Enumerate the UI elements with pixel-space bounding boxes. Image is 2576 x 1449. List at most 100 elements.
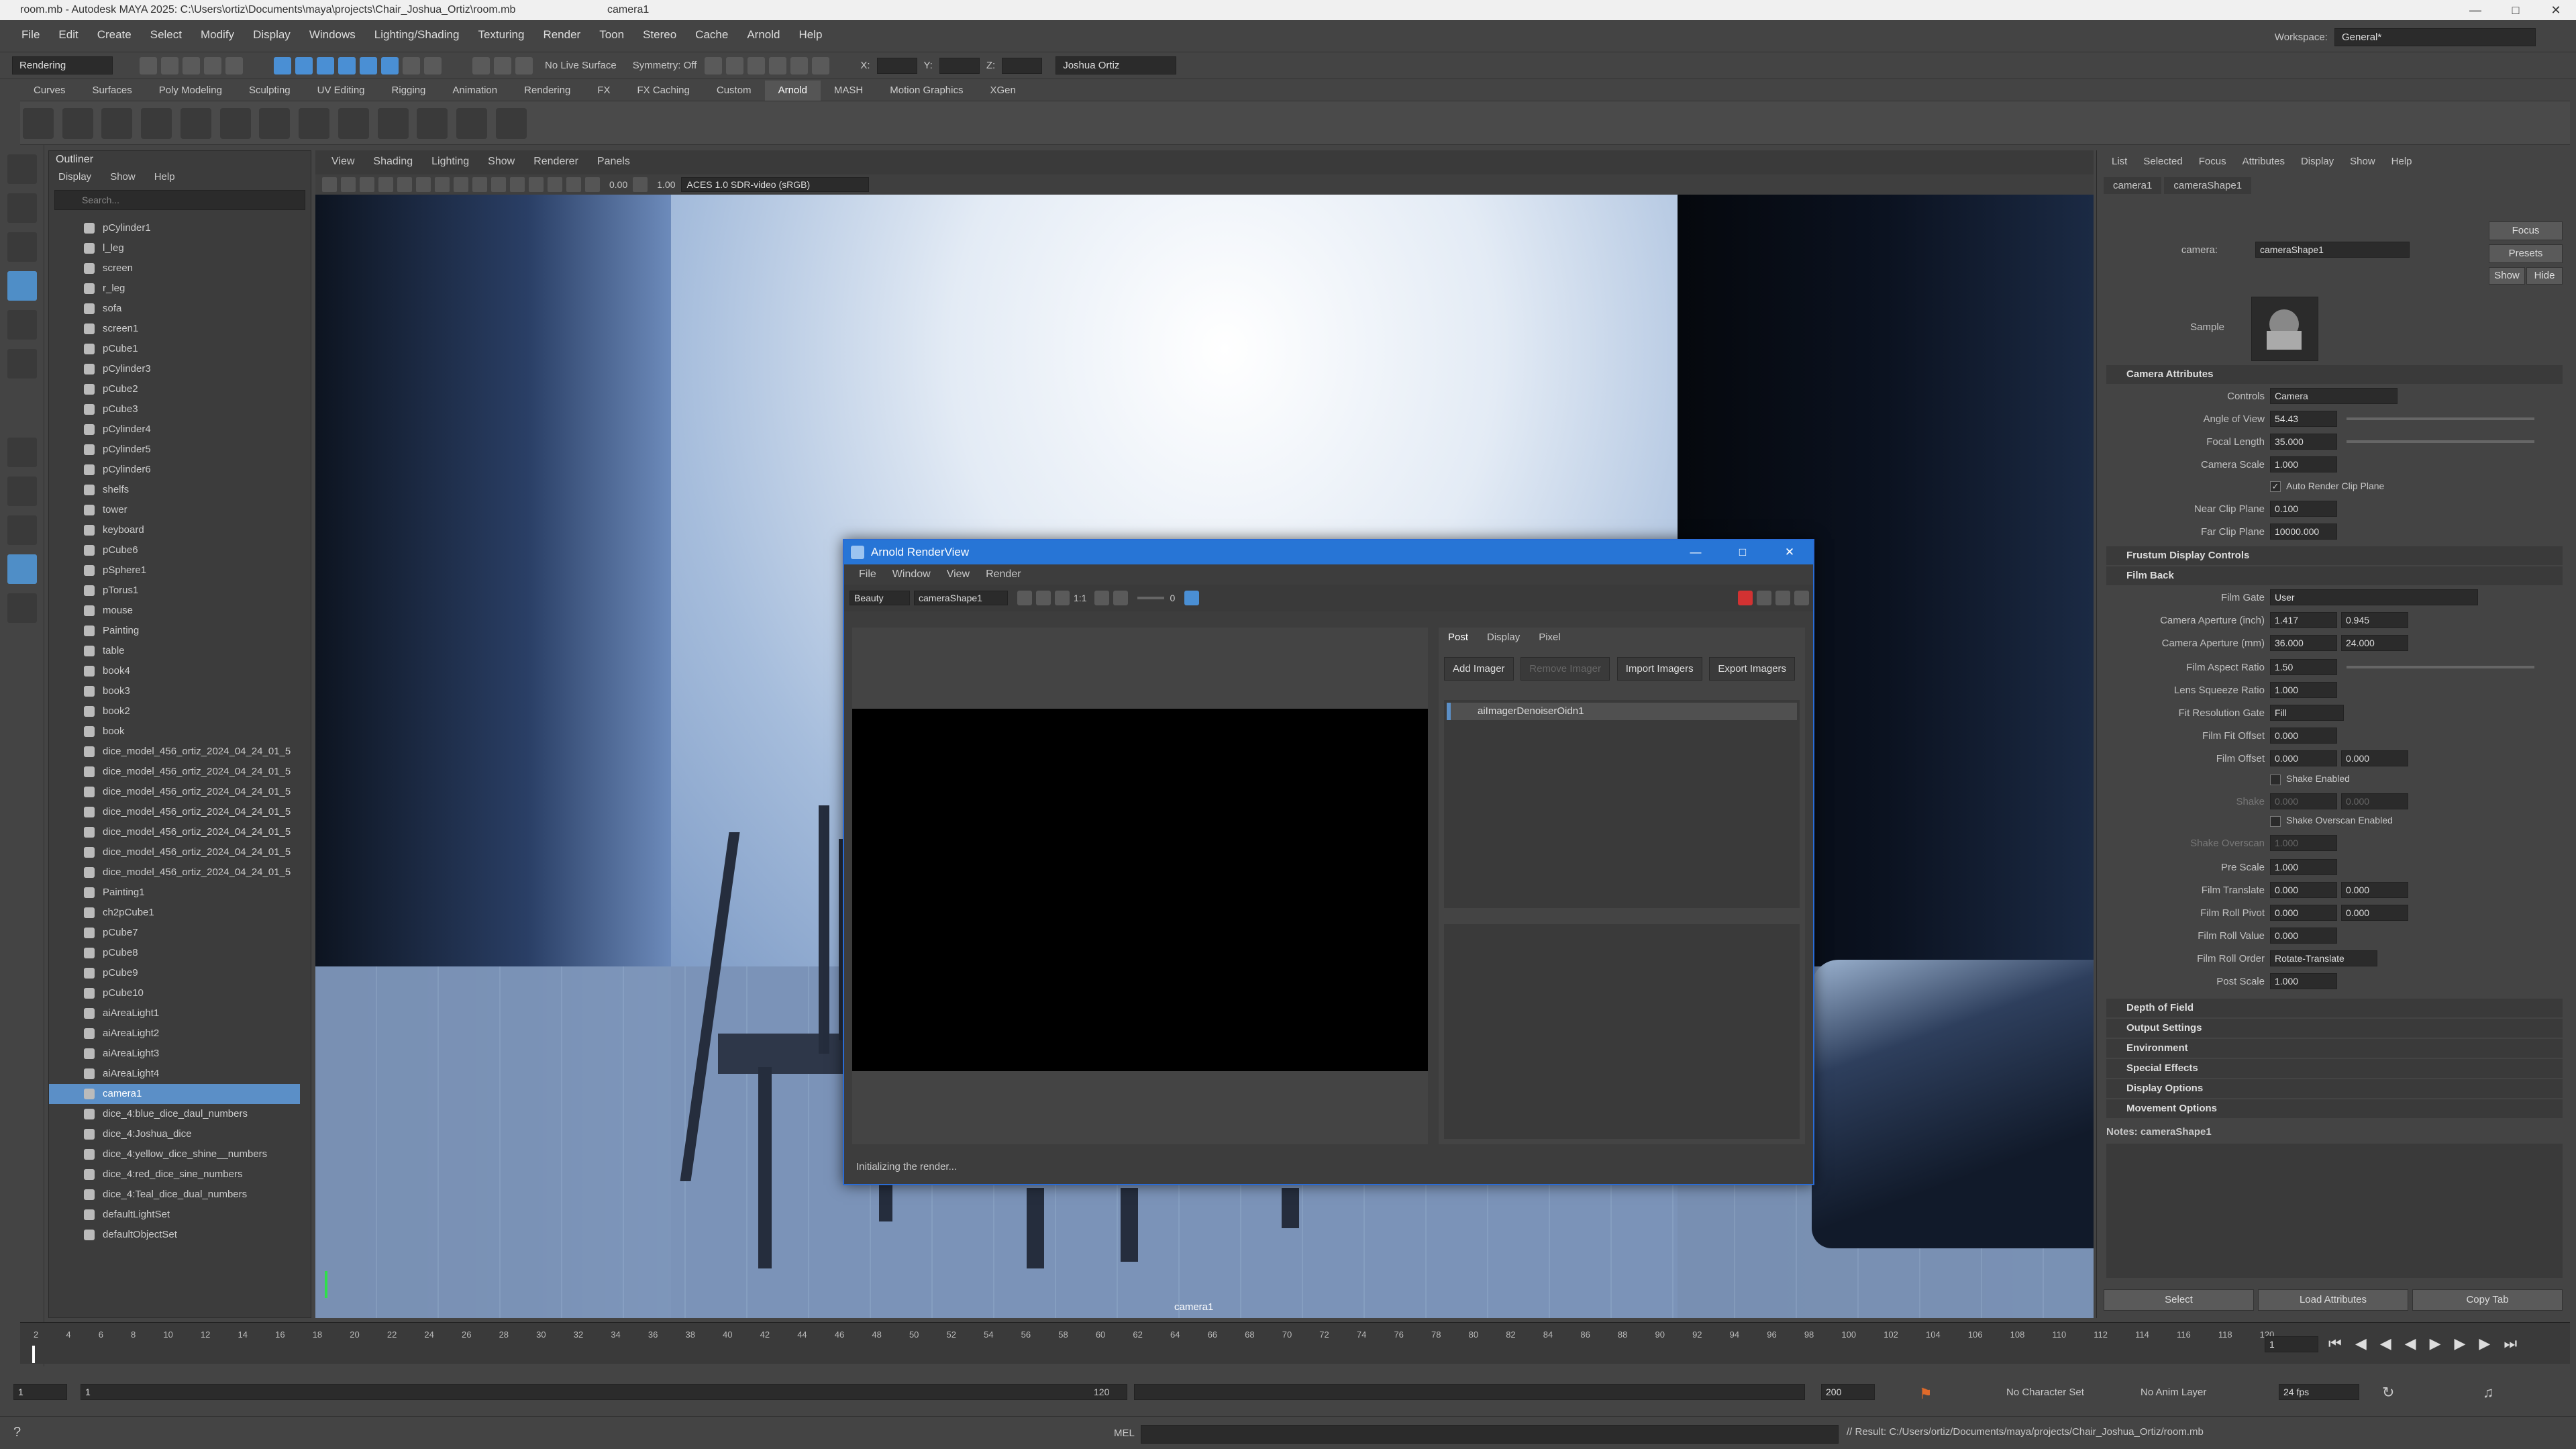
outliner-item[interactable]: pCube10: [49, 983, 300, 1003]
outliner-item[interactable]: book2: [49, 701, 300, 721]
render-settings-icon[interactable]: [748, 56, 766, 74]
menu-create[interactable]: Create: [88, 28, 141, 42]
outliner-item[interactable]: mouse: [49, 601, 300, 621]
notes-textarea[interactable]: [2106, 1144, 2563, 1278]
record-icon[interactable]: [1017, 591, 1032, 605]
render-current-frame-icon[interactable]: [705, 56, 723, 74]
open-scene-icon[interactable]: [161, 56, 178, 74]
globe-icon[interactable]: [1036, 591, 1051, 605]
attr-menu-selected[interactable]: Selected: [2135, 156, 2190, 168]
shelf-tab-rendering[interactable]: Rendering: [511, 81, 584, 101]
outliner-item[interactable]: defaultLightSet: [49, 1205, 300, 1225]
attr-menu-attributes[interactable]: Attributes: [2234, 156, 2293, 168]
menu-toon[interactable]: Toon: [590, 28, 633, 42]
aperture-mm-y[interactable]: 24.000: [2341, 635, 2408, 651]
auto-clip-checkbox[interactable]: ✓: [2270, 481, 2281, 492]
move-tool-icon[interactable]: [7, 271, 37, 301]
outliner-item[interactable]: pCube1: [49, 339, 300, 359]
renderview-close-button[interactable]: ✕: [1766, 540, 1813, 564]
single-view-icon[interactable]: [7, 438, 37, 467]
two-view-icon[interactable]: [7, 515, 37, 545]
viewport-menu-lighting[interactable]: Lighting: [422, 156, 478, 169]
range-track[interactable]: [1134, 1384, 1805, 1400]
outliner-item[interactable]: sofa: [49, 299, 300, 319]
resolution-gate-icon[interactable]: [435, 177, 450, 192]
camera-icon[interactable]: [456, 108, 488, 139]
region-icon[interactable]: [1094, 591, 1110, 605]
fit-offset-field[interactable]: 0.000: [2270, 728, 2337, 744]
shelf-tab-custom[interactable]: Custom: [703, 81, 765, 101]
point-light-icon[interactable]: [62, 108, 93, 139]
renderview-minimize-button[interactable]: —: [1672, 540, 1719, 564]
x-field[interactable]: [876, 57, 917, 74]
end-frame-field[interactable]: 200: [1821, 1384, 1875, 1400]
renderview-menu-window[interactable]: Window: [884, 568, 939, 581]
attr-tab-camerashape1[interactable]: cameraShape1: [2164, 177, 2252, 194]
outliner-item[interactable]: dice_model_456_ortiz_2024_04_24_01_5: [49, 802, 300, 822]
shake-overscan-checkbox[interactable]: [2270, 816, 2281, 827]
y-field[interactable]: [939, 57, 980, 74]
outliner-item[interactable]: dice_4:Teal_dice_dual_numbers: [49, 1185, 300, 1205]
character-set[interactable]: No Character Set: [2006, 1387, 2084, 1398]
mel-input[interactable]: [1141, 1425, 1839, 1444]
step-forward-icon[interactable]: ▶: [2455, 1335, 2466, 1352]
outliner-item[interactable]: pCube8: [49, 943, 300, 963]
workspace-select[interactable]: General*: [2334, 28, 2536, 46]
isolate-icon[interactable]: [548, 177, 562, 192]
snap-point-icon[interactable]: [381, 56, 399, 74]
menu-texturing[interactable]: Texturing: [468, 28, 533, 42]
help-icon[interactable]: ?: [13, 1425, 21, 1440]
roll-order-select[interactable]: Rotate-Translate: [2270, 950, 2377, 966]
select-component-icon[interactable]: [317, 56, 334, 74]
section-depth-of-field[interactable]: Depth of Field: [2106, 999, 2563, 1017]
cube-icon[interactable]: [180, 108, 211, 139]
menu-help[interactable]: Help: [789, 28, 831, 42]
hide-button[interactable]: Hide: [2526, 267, 2563, 285]
roll-value-field[interactable]: 0.000: [2270, 928, 2337, 944]
outliner-item[interactable]: Painting: [49, 621, 300, 641]
menu-lighting-shading[interactable]: Lighting/Shading: [365, 28, 469, 42]
shelf-tab-fx[interactable]: FX: [584, 81, 623, 101]
grid-icon[interactable]: [397, 177, 412, 192]
menu-modify[interactable]: Modify: [191, 28, 244, 42]
film-gate-icon[interactable]: [416, 177, 431, 192]
outliner-item[interactable]: pCube2: [49, 379, 300, 399]
ipr-render-icon[interactable]: [726, 56, 744, 74]
outliner-item[interactable]: shelfs: [49, 480, 300, 500]
go-to-start-icon[interactable]: ⏮: [2328, 1335, 2342, 1352]
post-tab-display[interactable]: Display: [1478, 628, 1529, 648]
sun-icon[interactable]: [219, 108, 251, 139]
output-ops-icon[interactable]: [494, 56, 511, 74]
snap-surface-icon[interactable]: [403, 56, 420, 74]
symmetry-label[interactable]: Symmetry: Off: [633, 60, 697, 71]
attr-menu-list[interactable]: List: [2104, 156, 2135, 168]
outliner-item[interactable]: table: [49, 641, 300, 661]
exposure-icon[interactable]: [585, 177, 600, 192]
outliner-item[interactable]: screen: [49, 258, 300, 279]
presets-button[interactable]: Presets: [2489, 244, 2563, 263]
fps-select[interactable]: 24 fps: [2279, 1384, 2359, 1400]
mel-label[interactable]: MEL: [1114, 1428, 1135, 1439]
film-offset-x[interactable]: 0.000: [2270, 750, 2337, 766]
outliner-item[interactable]: pCylinder3: [49, 359, 300, 379]
maximize-button[interactable]: □: [2495, 0, 2536, 20]
shelf-tab-motion-graphics[interactable]: Motion Graphics: [876, 81, 976, 101]
current-time-indicator[interactable]: [32, 1346, 35, 1363]
snap-grid-icon[interactable]: [338, 56, 356, 74]
renderview-menu-view[interactable]: View: [939, 568, 978, 581]
outliner-item[interactable]: pCylinder4: [49, 419, 300, 440]
outliner-item[interactable]: book3: [49, 681, 300, 701]
outliner-item[interactable]: r_leg: [49, 279, 300, 299]
snapshot-icon[interactable]: [1184, 591, 1200, 605]
outliner-item[interactable]: aiAreaLight2: [49, 1023, 300, 1044]
new-scene-icon[interactable]: [140, 56, 157, 74]
select-tool-icon[interactable]: [7, 154, 37, 184]
pre-scale-field[interactable]: 1.000: [2270, 859, 2337, 875]
outliner-item[interactable]: pSphere1: [49, 560, 300, 581]
outliner-item[interactable]: dice_model_456_ortiz_2024_04_24_01_5: [49, 862, 300, 883]
outliner-menu-help[interactable]: Help: [145, 171, 185, 185]
aperture-inch-y[interactable]: 0.945: [2341, 612, 2408, 628]
camera-attributes-icon[interactable]: [341, 177, 356, 192]
aov-select[interactable]: Beauty: [849, 591, 910, 605]
outliner-item[interactable]: pCylinder6: [49, 460, 300, 480]
